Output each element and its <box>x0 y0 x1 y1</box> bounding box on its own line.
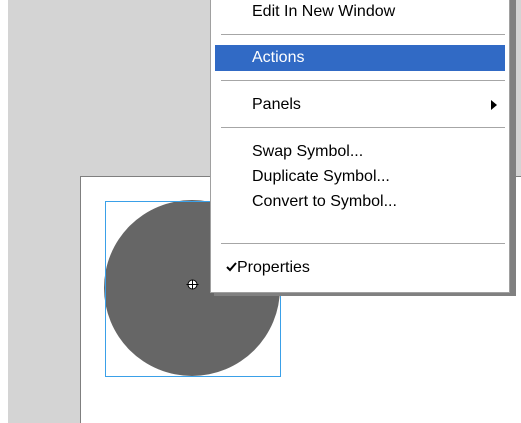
menu-separator <box>221 127 505 129</box>
menu-item-label: Swap Symbol... <box>252 143 364 160</box>
context-menu: Edit In New Window Actions Panels Swap S… <box>210 0 510 293</box>
menu-item-convert-to-symbol[interactable]: Convert to Symbol... <box>215 189 505 215</box>
menu-item-label: Convert to Symbol... <box>252 193 397 210</box>
menu-item-actions[interactable]: Actions <box>215 45 505 71</box>
menu-item-label: Actions <box>252 49 305 66</box>
menu-item-panels[interactable]: Panels <box>215 92 505 118</box>
menu-item-edit-in-new-window[interactable]: Edit In New Window <box>215 0 505 25</box>
menu-separator <box>221 80 505 82</box>
menu-separator <box>221 243 505 245</box>
menu-item-label: Edit In New Window <box>252 3 396 20</box>
chevron-right-icon <box>491 100 497 110</box>
menu-item-label: Duplicate Symbol... <box>252 168 390 185</box>
menu-item-properties[interactable]: Properties <box>215 255 505 281</box>
checkmark-icon <box>226 262 237 272</box>
menu-separator <box>221 34 505 36</box>
menu-item-duplicate-symbol[interactable]: Duplicate Symbol... <box>215 164 505 190</box>
menu-item-label: Panels <box>252 96 301 113</box>
menu-item-swap-symbol[interactable]: Swap Symbol... <box>215 139 505 165</box>
menu-item-label: Properties <box>237 259 310 276</box>
registration-point-icon <box>186 279 199 290</box>
